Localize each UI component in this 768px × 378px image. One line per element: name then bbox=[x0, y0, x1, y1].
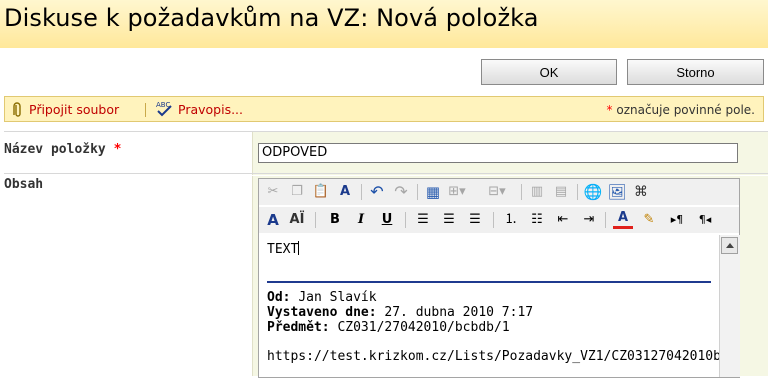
form-toolbar: Připojit soubor ABC Pravopis... * označu… bbox=[4, 96, 764, 122]
toolbar-separator bbox=[315, 212, 316, 228]
title-field-label: Název položky * bbox=[4, 142, 122, 157]
table-props-icon[interactable]: ⊟▾ bbox=[487, 182, 507, 202]
merge-cell-icon[interactable]: ▤ bbox=[551, 182, 571, 202]
row-divider bbox=[4, 173, 768, 174]
editor-content[interactable]: TEXT Od: Jan Slavík Vystaveno dne: 27. d… bbox=[259, 235, 719, 377]
page-title: Diskuse k požadavkům na VZ: Nová položka bbox=[4, 4, 539, 32]
toolbar-separator bbox=[145, 103, 146, 117]
paste-icon[interactable]: 📋 bbox=[311, 182, 331, 202]
text-color-icon[interactable]: A bbox=[613, 210, 633, 229]
source-icon[interactable]: ⌘ bbox=[631, 182, 651, 202]
spellcheck-link[interactable]: Pravopis... bbox=[178, 102, 243, 117]
spell-style-icon[interactable]: A bbox=[335, 182, 355, 202]
toolbar-separator bbox=[493, 212, 494, 228]
toolbar-separator bbox=[361, 184, 362, 200]
rich-text-editor: ✂ ❐ 📋 A ↶ ↷ ▦ ⊞▾ ⊟▾ ▥ ▤ 🌐 🖼 ⌘ A AÏ B I U… bbox=[258, 178, 740, 378]
attach-file-link[interactable]: Připojit soubor bbox=[29, 102, 119, 117]
cut-icon[interactable]: ✂ bbox=[263, 182, 283, 202]
align-center-icon[interactable]: ☰ bbox=[439, 210, 459, 230]
insert-table-icon[interactable]: ⊞▾ bbox=[447, 182, 467, 202]
bullet-list-icon[interactable]: ☷ bbox=[527, 210, 547, 230]
text-caret bbox=[298, 241, 300, 255]
font-icon[interactable]: A bbox=[263, 210, 283, 230]
toolbar-separator bbox=[521, 184, 522, 200]
rte-toolbar-row-2: A AÏ B I U ☰ ☰ ☰ ⒈ ☷ ⇤ ⇥ A ✎ ▸¶ ¶◂ bbox=[259, 207, 739, 233]
font-size-icon[interactable]: AÏ bbox=[287, 210, 307, 230]
row-divider bbox=[4, 131, 768, 132]
spellcheck-icon: ABC bbox=[155, 99, 175, 122]
ok-button[interactable]: OK bbox=[481, 59, 617, 85]
from-line: Od: Jan Slavík bbox=[267, 290, 377, 305]
split-cell-icon[interactable]: ▥ bbox=[527, 182, 547, 202]
align-right-icon[interactable]: ☰ bbox=[465, 210, 485, 230]
indent-icon[interactable]: ⇥ bbox=[579, 210, 599, 230]
body-field-label: Obsah bbox=[4, 177, 44, 192]
highlight-icon[interactable]: ✎ bbox=[639, 210, 659, 230]
editor-first-line: TEXT bbox=[267, 241, 300, 257]
cancel-button[interactable]: Storno bbox=[627, 59, 764, 85]
image-icon[interactable]: 🖼 bbox=[607, 182, 627, 202]
table-icon[interactable]: ▦ bbox=[423, 182, 443, 202]
link-line[interactable]: https://test.krizkom.cz/Lists/Pozadavky_… bbox=[267, 349, 719, 364]
paperclip-icon bbox=[13, 102, 23, 118]
toolbar-separator bbox=[405, 212, 406, 228]
scroll-up-button[interactable] bbox=[721, 237, 738, 254]
copy-icon[interactable]: ❐ bbox=[287, 182, 307, 202]
toolbar-separator bbox=[577, 184, 578, 200]
align-left-icon[interactable]: ☰ bbox=[413, 210, 433, 230]
numbered-list-icon[interactable]: ⒈ bbox=[501, 210, 521, 230]
rte-toolbar-row-1: ✂ ❐ 📋 A ↶ ↷ ▦ ⊞▾ ⊟▾ ▥ ▤ 🌐 🖼 ⌘ bbox=[259, 179, 739, 205]
underline-icon[interactable]: U bbox=[377, 210, 397, 230]
quote-separator bbox=[267, 281, 711, 283]
italic-icon[interactable]: I bbox=[351, 210, 371, 230]
undo-icon[interactable]: ↶ bbox=[367, 182, 387, 202]
ltr-icon[interactable]: ▸¶ bbox=[667, 210, 687, 230]
rtl-icon[interactable]: ¶◂ bbox=[695, 210, 715, 230]
required-note: * označuje povinné pole. bbox=[606, 103, 755, 117]
title-bar: Diskuse k požadavkům na VZ: Nová položka bbox=[0, 0, 768, 48]
toolbar-separator bbox=[417, 184, 418, 200]
title-input[interactable]: ODPOVED bbox=[258, 143, 738, 163]
editor-scrollbar[interactable] bbox=[719, 235, 740, 377]
redo-icon[interactable]: ↷ bbox=[391, 182, 411, 202]
subject-line: Předmět: CZ031/27042010/bcbdb/1 bbox=[267, 320, 510, 335]
bold-icon[interactable]: B bbox=[325, 210, 345, 230]
toolbar-separator bbox=[605, 212, 606, 228]
sent-line: Vystaveno dne: 27. dubna 2010 7:17 bbox=[267, 305, 534, 320]
outdent-icon[interactable]: ⇤ bbox=[553, 210, 573, 230]
hyperlink-icon[interactable]: 🌐 bbox=[583, 182, 603, 202]
